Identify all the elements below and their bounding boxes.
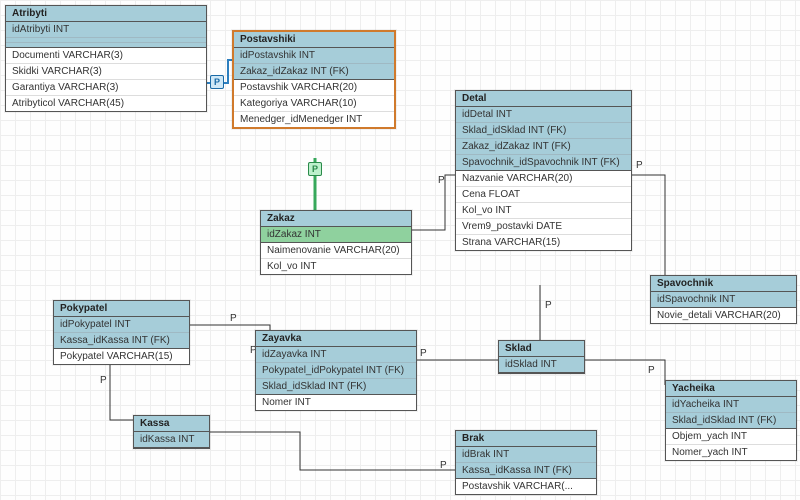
rel-marker: P [648, 365, 655, 376]
fk-col: Sklad_idSklad INT (FK) [666, 413, 796, 428]
col: Vrem9_postavki DATE [456, 219, 631, 235]
fk-col [6, 43, 206, 47]
col: Nazvanie VARCHAR(20) [456, 171, 631, 187]
fk-col: Kassa_idKassa INT (FK) [54, 333, 189, 348]
pk-col: idBrak INT [456, 447, 596, 463]
fk-col: Sklad_idSklad INT (FK) [456, 123, 631, 139]
pk-col: idSklad INT [499, 357, 584, 372]
col: Postavshik VARCHAR(... [456, 479, 596, 494]
pk-col: idYacheika INT [666, 397, 796, 413]
table-sklad[interactable]: Sklad idSklad INT [498, 340, 585, 374]
fk-col: Pokypatel_idPokypatel INT (FK) [256, 363, 416, 379]
col: Postavshik VARCHAR(20) [234, 80, 394, 96]
col: Novie_detali VARCHAR(20) [651, 308, 796, 323]
table-title: Sklad [499, 341, 584, 357]
col: Nomer_yach INT [666, 445, 796, 460]
table-spavochnik[interactable]: Spavochnik idSpavochnik INT Novie_detali… [650, 275, 797, 324]
col: Naimenovanie VARCHAR(20) [261, 243, 411, 259]
table-title: Zayavka [256, 331, 416, 347]
table-pokypatel[interactable]: Pokypatel idPokypatel INT Kassa_idKassa … [53, 300, 190, 365]
table-zayavka[interactable]: Zayavka idZayavka INT Pokypatel_idPokypa… [255, 330, 417, 411]
rel-marker: P [440, 460, 447, 471]
table-title: Spavochnik [651, 276, 796, 292]
col: Menedger_idMenedger INT [234, 112, 394, 127]
fk-col: Zakaz_idZakaz INT (FK) [234, 64, 394, 79]
rel-marker: P [438, 175, 445, 186]
fk-col: Kassa_idKassa INT (FK) [456, 463, 596, 478]
pk-col: idZakaz INT [261, 227, 411, 242]
col: Objem_yach INT [666, 429, 796, 445]
table-zakaz[interactable]: Zakaz idZakaz INT Naimenovanie VARCHAR(2… [260, 210, 412, 275]
col: Skidki VARCHAR(3) [6, 64, 206, 80]
col: Strana VARCHAR(15) [456, 235, 631, 250]
table-title: Zakaz [261, 211, 411, 227]
fk-col: Sklad_idSklad INT (FK) [256, 379, 416, 394]
table-brak[interactable]: Brak idBrak INT Kassa_idKassa INT (FK) P… [455, 430, 597, 495]
rel-marker: P [420, 348, 427, 359]
table-title: Postavshiki [234, 32, 394, 48]
pk-col: idPokypatel INT [54, 317, 189, 333]
pk-col: idZayavka INT [256, 347, 416, 363]
table-title: Pokypatel [54, 301, 189, 317]
rel-badge: P [210, 75, 224, 89]
table-detal[interactable]: Detal idDetal INT Sklad_idSklad INT (FK)… [455, 90, 632, 251]
table-title: Yacheika [666, 381, 796, 397]
col: Kategoriya VARCHAR(10) [234, 96, 394, 112]
table-atribyti[interactable]: Atribyti idAtribyti INT Documenti VARCHA… [5, 5, 207, 112]
col: Kol_vo INT [456, 203, 631, 219]
table-title: Atribyti [6, 6, 206, 22]
col: Atribyticol VARCHAR(45) [6, 96, 206, 111]
table-title: Detal [456, 91, 631, 107]
rel-marker: P [230, 313, 237, 324]
pk-col: idPostavshik INT [234, 48, 394, 64]
pk-col: idDetal INT [456, 107, 631, 123]
col: Pokypatel VARCHAR(15) [54, 349, 189, 364]
table-title: Brak [456, 431, 596, 447]
table-title: Kassa [134, 416, 209, 432]
fk-col: Zakaz_idZakaz INT (FK) [456, 139, 631, 155]
col: Nomer INT [256, 395, 416, 410]
rel-marker: P [636, 160, 643, 171]
col: Garantiya VARCHAR(3) [6, 80, 206, 96]
pk-col: idKassa INT [134, 432, 209, 447]
pk-col: idSpavochnik INT [651, 292, 796, 307]
pk-col: idAtribyti INT [6, 22, 206, 38]
col: Cena FLOAT [456, 187, 631, 203]
rel-marker: P [545, 300, 552, 311]
col: Documenti VARCHAR(3) [6, 48, 206, 64]
table-yacheika[interactable]: Yacheika idYacheika INT Sklad_idSklad IN… [665, 380, 797, 461]
col: Kol_vo INT [261, 259, 411, 274]
rel-badge: P [308, 162, 322, 176]
fk-col: Spavochnik_idSpavochnik INT (FK) [456, 155, 631, 170]
rel-marker: P [100, 375, 107, 386]
table-postavshiki[interactable]: Postavshiki idPostavshik INT Zakaz_idZak… [232, 30, 396, 129]
table-kassa[interactable]: Kassa idKassa INT [133, 415, 210, 449]
